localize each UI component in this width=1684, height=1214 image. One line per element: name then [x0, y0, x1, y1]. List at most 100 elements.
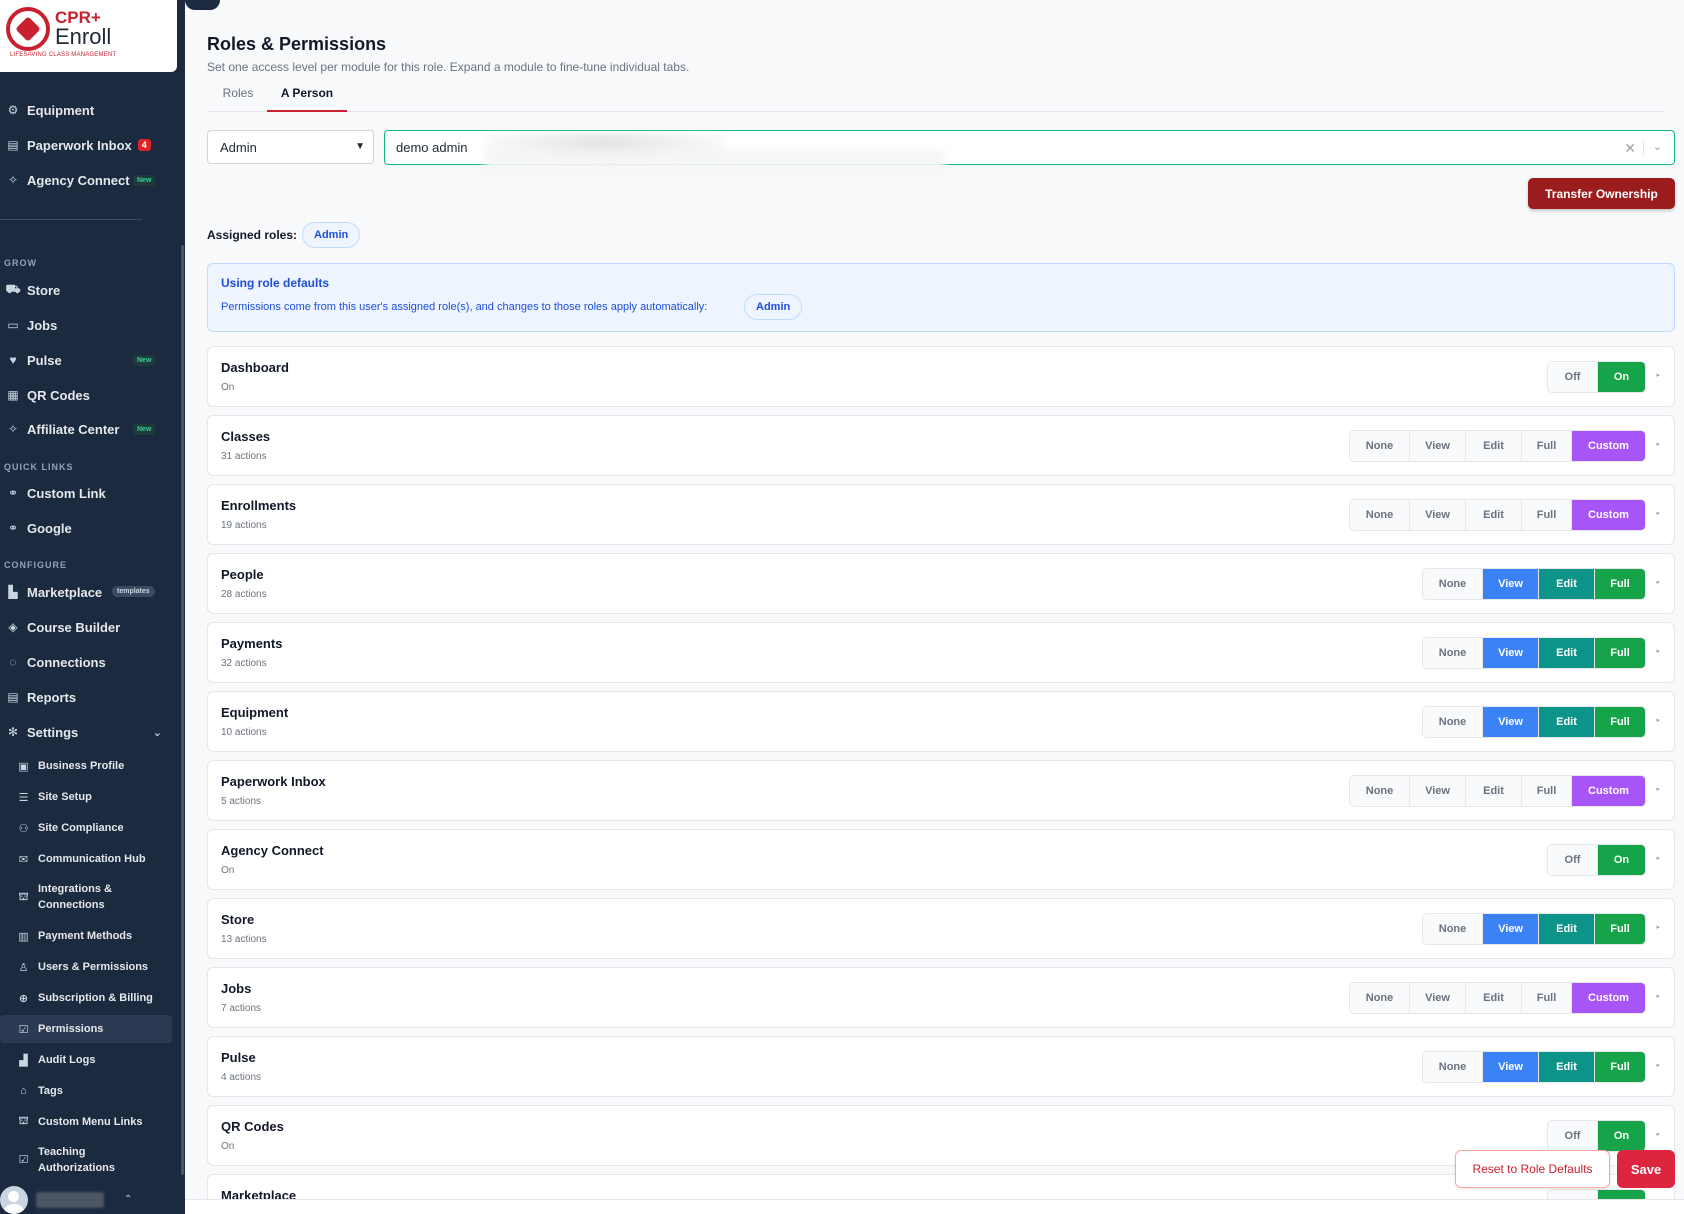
access-option-none[interactable]: None [1423, 1052, 1483, 1082]
access-option-view[interactable]: View [1410, 431, 1466, 461]
expand-caret-icon[interactable]: ▸ [1656, 923, 1660, 931]
access-option-none[interactable]: None [1350, 500, 1410, 530]
access-option-view[interactable]: View [1483, 638, 1539, 668]
settings-item-subscription-billing[interactable]: ⊕ Subscription & Billing [0, 988, 172, 1008]
access-option-none[interactable]: None [1423, 707, 1483, 737]
expand-caret-icon[interactable]: ▸ [1656, 647, 1660, 655]
sidebar-item-qr-codes[interactable]: ▦ QR Codes [0, 380, 170, 410]
access-option-none[interactable]: None [1423, 569, 1483, 599]
access-option-full[interactable]: Full [1522, 431, 1572, 461]
settings-item-integrations[interactable]: ⛫ Integrations & Connections [0, 881, 172, 913]
access-option-off[interactable]: Off [1548, 1121, 1598, 1151]
save-button[interactable]: Save [1617, 1150, 1675, 1188]
expand-caret-icon[interactable]: ▸ [1656, 578, 1660, 586]
settings-item-permissions[interactable]: ☑ Permissions [0, 1015, 172, 1043]
reset-role-defaults-button[interactable]: Reset to Role Defaults [1455, 1150, 1610, 1188]
transfer-ownership-button[interactable]: Transfer Ownership [1528, 178, 1675, 209]
access-option-edit[interactable]: Edit [1466, 500, 1522, 530]
expand-caret-icon[interactable]: ▸ [1656, 509, 1660, 517]
user-menu[interactable]: ⌃ [0, 1185, 185, 1214]
settings-item-teaching-authorizations[interactable]: ☑ Teaching Authorizations [0, 1144, 172, 1176]
sidebar-item-google[interactable]: ⚭ Google [0, 513, 170, 543]
sidebar-item-store[interactable]: ⛟ Store [0, 275, 170, 305]
access-option-custom[interactable]: Custom [1572, 431, 1645, 461]
sidebar-item-affiliate-center[interactable]: ✧ Affiliate Center New [0, 414, 170, 444]
access-option-view[interactable]: View [1410, 776, 1466, 806]
sidebar-item-course-builder[interactable]: ◈ Course Builder [0, 612, 170, 642]
access-option-full[interactable]: Full [1595, 1052, 1645, 1082]
access-option-none[interactable]: None [1350, 431, 1410, 461]
expand-caret-icon[interactable]: ▸ [1656, 371, 1660, 379]
sidebar-item-reports[interactable]: ▤ Reports [0, 682, 170, 712]
expand-caret-icon[interactable]: ▸ [1656, 785, 1660, 793]
access-option-full[interactable]: Full [1595, 569, 1645, 599]
role-select[interactable]: Admin ▼ [207, 130, 374, 164]
chevron-down-icon[interactable]: ⌄ [153, 726, 162, 739]
access-option-on[interactable]: On [1598, 845, 1645, 875]
access-option-full[interactable]: Full [1595, 707, 1645, 737]
access-option-none[interactable]: None [1423, 914, 1483, 944]
access-option-custom[interactable]: Custom [1572, 776, 1645, 806]
access-option-view[interactable]: View [1483, 1052, 1539, 1082]
access-option-none[interactable]: None [1350, 776, 1410, 806]
settings-item-site-compliance[interactable]: ⚇ Site Compliance [0, 818, 172, 838]
access-option-none[interactable]: None [1423, 638, 1483, 668]
sidebar-item-marketplace[interactable]: ▙ Marketplace templates [0, 577, 170, 607]
settings-item-users-permissions[interactable]: ♙ Users & Permissions [0, 957, 172, 977]
settings-item-audit-logs[interactable]: ▟ Audit Logs [0, 1050, 172, 1070]
access-option-edit[interactable]: Edit [1466, 983, 1522, 1013]
expand-caret-icon[interactable]: ▸ [1656, 1061, 1660, 1069]
access-option-none[interactable]: None [1350, 983, 1410, 1013]
access-option-custom[interactable]: Custom [1572, 500, 1645, 530]
access-option-edit[interactable]: Edit [1466, 776, 1522, 806]
access-option-view[interactable]: View [1483, 914, 1539, 944]
sidebar-item-agency-connect[interactable]: ✧ Agency Connect New [0, 165, 170, 195]
access-option-off[interactable]: Off [1548, 362, 1598, 392]
tab-roles[interactable]: Roles [219, 86, 257, 112]
access-option-on[interactable]: On [1598, 362, 1645, 392]
access-option-view[interactable]: View [1483, 569, 1539, 599]
access-option-full[interactable]: Full [1595, 638, 1645, 668]
access-option-edit[interactable]: Edit [1539, 1052, 1595, 1082]
access-option-custom[interactable]: Custom [1572, 983, 1645, 1013]
sidebar-item-custom-link[interactable]: ⚭ Custom Link [0, 478, 170, 508]
chevron-down-icon[interactable]: ⌄ [1653, 140, 1662, 153]
expand-caret-icon[interactable]: ▸ [1656, 440, 1660, 448]
clear-icon[interactable]: ✕ [1624, 140, 1636, 157]
access-option-off[interactable]: Off [1548, 845, 1598, 875]
brand-logo[interactable]: CPR+ Enroll LIFESAVING CLASS MANAGEMENT [0, 0, 177, 72]
access-option-full[interactable]: Full [1595, 914, 1645, 944]
sidebar-item-pulse[interactable]: ♥ Pulse New [0, 345, 170, 375]
tab-a-person[interactable]: A Person [267, 86, 347, 112]
settings-item-business-profile[interactable]: ▣ Business Profile [0, 756, 172, 776]
access-option-full[interactable]: Full [1522, 776, 1572, 806]
section-label-quick-links: QUICK LINKS [4, 462, 74, 472]
access-option-full[interactable]: Full [1522, 983, 1572, 1013]
access-option-view[interactable]: View [1410, 983, 1466, 1013]
expand-caret-icon[interactable]: ▸ [1656, 1130, 1660, 1138]
sidebar-item-jobs[interactable]: ▭ Jobs [0, 310, 170, 340]
access-option-edit[interactable]: Edit [1466, 431, 1522, 461]
sidebar-scrollbar[interactable] [181, 245, 184, 1175]
sidebar-item-settings[interactable]: ✻ Settings ⌄ [0, 717, 170, 747]
access-option-view[interactable]: View [1410, 500, 1466, 530]
access-option-edit[interactable]: Edit [1539, 707, 1595, 737]
settings-item-payment-methods[interactable]: ▥ Payment Methods [0, 926, 172, 946]
expand-caret-icon[interactable]: ▸ [1656, 854, 1660, 862]
access-option-edit[interactable]: Edit [1539, 914, 1595, 944]
settings-item-site-setup[interactable]: ☰ Site Setup [0, 787, 172, 807]
access-option-view[interactable]: View [1483, 707, 1539, 737]
expand-caret-icon[interactable]: ▸ [1656, 992, 1660, 1000]
access-option-on[interactable]: On [1598, 1121, 1645, 1151]
access-option-edit[interactable]: Edit [1539, 569, 1595, 599]
settings-item-communication-hub[interactable]: ✉ Communication Hub [0, 849, 172, 869]
access-level-selector: None View Edit Full [1422, 706, 1646, 738]
access-option-full[interactable]: Full [1522, 500, 1572, 530]
access-option-edit[interactable]: Edit [1539, 638, 1595, 668]
sidebar-item-paperwork-inbox[interactable]: ▤ Paperwork Inbox 4 [0, 130, 170, 160]
sidebar-item-connections[interactable]: ◌ Connections [0, 647, 170, 677]
settings-item-custom-menu-links[interactable]: ⛫ Custom Menu Links [0, 1112, 172, 1132]
expand-caret-icon[interactable]: ▸ [1656, 716, 1660, 724]
sidebar-item-equipment[interactable]: ⚙ Equipment [0, 95, 170, 125]
settings-item-tags[interactable]: ⌂ Tags [0, 1081, 172, 1101]
